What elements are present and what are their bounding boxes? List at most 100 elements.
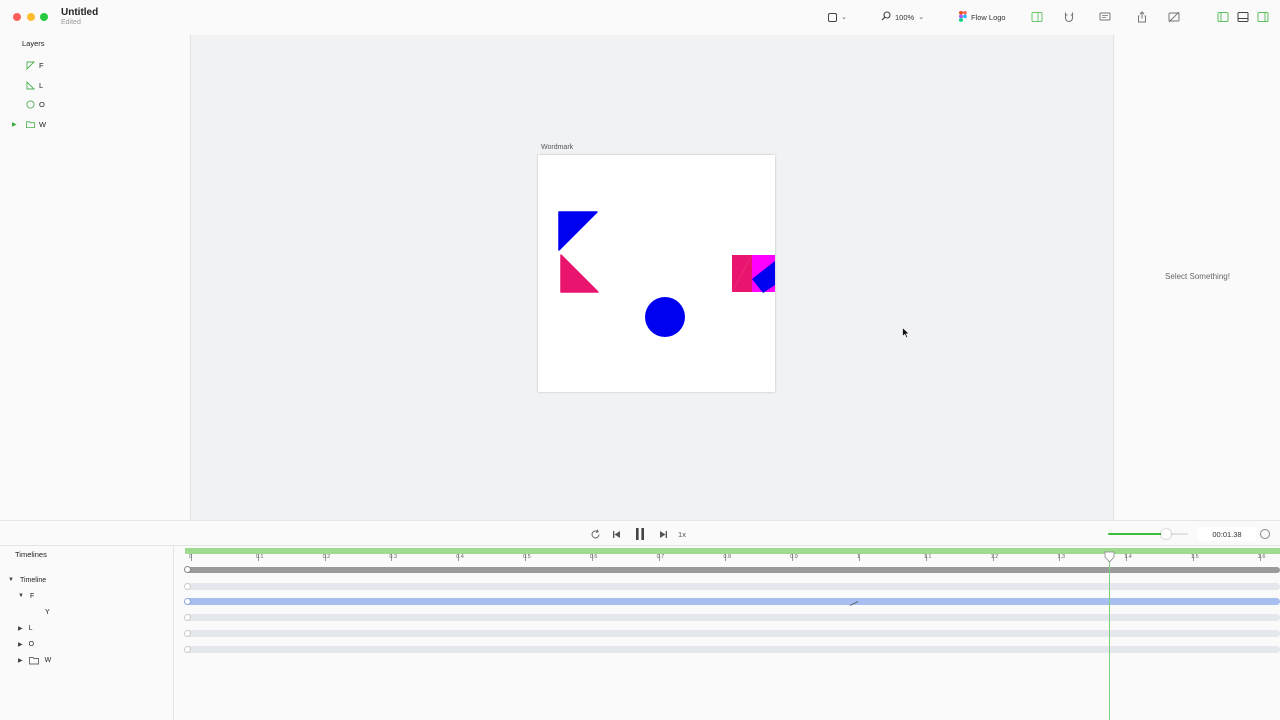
pause-icon [636,528,644,540]
document-title: Untitled [61,7,99,18]
timeline-row-root[interactable]: ▼ Timeline [8,574,46,586]
inspector-panel: Select Something! [1113,35,1280,520]
timeline-range-bar[interactable] [185,548,1280,554]
layer-label: F [39,60,44,70]
comment-button[interactable] [1099,11,1111,23]
timeline-row-f[interactable]: ▼ F [18,590,34,602]
ruler-tick-label: 1.6 [1257,554,1266,560]
toggle-left-sidebar-button[interactable] [1217,11,1229,23]
shape-w [732,255,775,293]
ruler-tick-label: 0.5 [523,554,531,560]
pause-button[interactable] [633,527,647,541]
disclosure-triangle-icon[interactable]: ▶ [18,641,23,648]
chevron-down-icon: ⌄ [918,14,925,21]
timeline-row-label: O [28,640,35,648]
playback-bar: 1x 00:01.38 [0,520,1280,546]
ruler-tick-label: 0.7 [656,554,665,560]
minimize-window-button[interactable] [27,13,35,21]
loop-icon [591,529,599,538]
disclosure-triangle-icon[interactable]: ▼ [8,577,14,583]
current-time[interactable]: 00:01.38 [1198,527,1256,541]
timeline-row-y[interactable]: Y [45,606,50,618]
timeline-row-l[interactable]: ▶ L [18,622,33,634]
share-button[interactable] [1136,11,1148,23]
disclosure-triangle-icon[interactable]: ▶ [18,625,23,632]
magnet-icon [1064,12,1074,23]
ruler-tick-label: 0.3 [389,554,398,560]
zoom-control[interactable]: 100% ⌄ [881,11,924,23]
layer-label: W [39,119,47,129]
frame-icon [828,12,837,22]
title-bar: Untitled Edited ⌄ 100% ⌄ Flow Logo [0,0,1280,35]
layer-label: O [39,99,45,109]
volume-slider[interactable] [1108,529,1188,539]
layers-panel: Layers F L O ▶ W [0,35,191,520]
keyframe-dot[interactable] [184,646,191,653]
layer-item-o[interactable]: O [0,97,190,111]
toggle-bottom-panel-button[interactable] [1237,11,1249,23]
component-name: Flow Logo [971,12,1006,22]
close-window-button[interactable] [13,13,21,21]
ruler-tick-label: 0.1 [255,554,264,560]
playhead-line [1109,552,1110,720]
share-icon [1138,11,1146,23]
inspector-empty-message: Select Something! [1165,272,1230,281]
timeline-ruler[interactable]: 0 0.1 0.2 0.3 0.4 0.5 0.6 0.7 0.8 0.9 1 1.1 1.2 1.3 1.… [185,548,1280,566]
keyframe-dot[interactable] [184,630,191,637]
skip-forward-icon [659,530,667,538]
shape-o [645,297,685,337]
wordmark-frame[interactable] [538,155,775,392]
disclosure-triangle-icon[interactable]: ▼ [18,593,24,599]
skip-forward-button[interactable] [657,527,669,541]
ruler-tick-label: 0.2 [322,554,331,560]
layer-item-l[interactable]: L [0,78,190,92]
chevron-down-icon: ⌄ [841,14,847,21]
keyframe-dot[interactable] [184,566,191,573]
playhead-handle[interactable] [1104,551,1115,565]
preview-off-icon [1168,11,1180,23]
keyframe-dot[interactable] [184,598,191,605]
timeline-row-o[interactable]: ▶ O [18,638,34,650]
keyframe-dot[interactable] [184,614,191,621]
layer-item-f[interactable]: F [0,58,190,72]
triangle-shape-icon [26,61,35,70]
insert-panel-button[interactable] [1031,11,1043,23]
comment-icon [1099,12,1111,21]
component-selector[interactable]: Flow Logo [959,10,1006,24]
timeline-row-w[interactable]: ▶ W [18,654,51,666]
track-timeline[interactable] [185,567,1280,573]
volume-slider-knob[interactable] [1160,529,1171,539]
ruler-tick-label: 1.5 [1191,554,1199,560]
disclosure-triangle-icon[interactable]: ▶ [12,121,17,128]
magnet-button[interactable] [1063,11,1075,23]
track-f[interactable] [185,583,1280,590]
ruler-tick-label: 0.9 [790,554,798,560]
disclosure-triangle-icon[interactable]: ▶ [18,657,23,664]
playback-speed-button[interactable]: 1x [675,527,689,541]
track-l[interactable] [185,614,1280,621]
track-w[interactable] [185,646,1280,653]
timeline-row-label: W [44,656,52,664]
timeline-row-label: Timeline [19,576,47,584]
keyframe-dot[interactable] [184,583,191,590]
clock-icon[interactable] [1260,529,1270,539]
toggle-right-sidebar-button[interactable] [1257,11,1269,23]
skip-back-button[interactable] [610,527,622,541]
preview-off-button[interactable] [1168,11,1180,23]
mouse-cursor-icon [902,326,911,341]
folder-icon [28,656,39,664]
frame-label: Wordmark [541,144,574,151]
loop-button[interactable] [588,527,602,541]
track-y[interactable] [185,598,1280,605]
zoom-level: 100% [895,12,915,22]
shape-l [560,254,599,293]
frame-tool-button[interactable]: ⌄ [828,11,847,23]
document-status: Edited [61,19,81,26]
layer-item-w[interactable]: ▶ W [0,117,190,131]
ruler-tick-label: 1.2 [990,554,999,560]
folder-icon [26,120,35,128]
figma-icon [959,10,967,24]
ellipse-shape-icon [26,99,35,109]
zoom-window-button[interactable] [40,13,48,21]
track-o[interactable] [185,630,1280,637]
